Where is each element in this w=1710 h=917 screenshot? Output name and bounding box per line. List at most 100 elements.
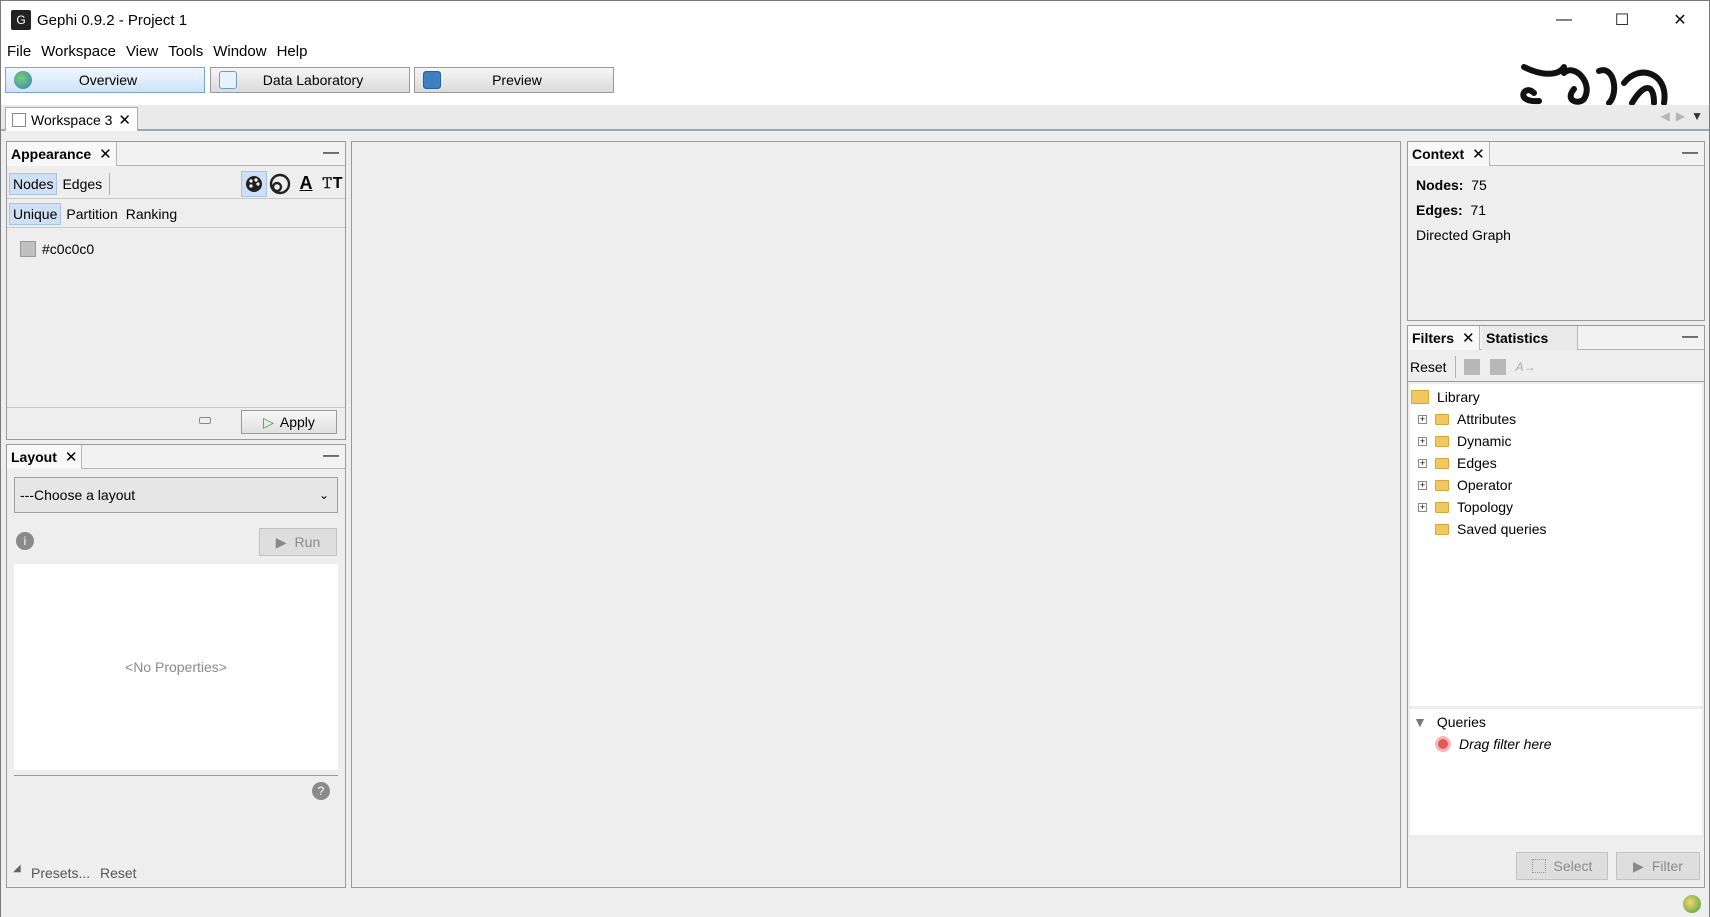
monitor-icon (423, 71, 441, 89)
tree-item-saved-queries[interactable]: Saved queries (1435, 518, 1547, 540)
queries-area[interactable]: ▼ Queries Drag filter here (1410, 709, 1702, 835)
appearance-panel: Appearance ✕ — Nodes Edges A 𝚃T Unique P… (6, 141, 346, 440)
globe-icon (14, 71, 32, 89)
close-workspace-tab-icon[interactable]: ✕ (118, 111, 131, 129)
play-icon: ▶ (275, 533, 287, 550)
scroll-right-icon[interactable]: ▶ (1676, 109, 1685, 123)
label-color-icon[interactable]: A (293, 171, 319, 197)
filter-button[interactable]: ▶ Filter (1616, 852, 1700, 880)
close-button[interactable]: ✕ (1651, 1, 1709, 39)
size-icon[interactable] (267, 171, 293, 197)
menu-help[interactable]: Help (277, 43, 308, 60)
context-tab[interactable]: Context ✕ (1408, 142, 1490, 166)
context-panel: Context ✕ — Nodes: 75 Edges: 71 Directed… (1407, 141, 1705, 321)
tree-item-edges[interactable]: + Edges (1418, 452, 1497, 474)
minimize-filters-icon[interactable]: — (1682, 328, 1698, 346)
expand-icon[interactable]: + (1418, 480, 1427, 490)
tree-item-dynamic[interactable]: + Dynamic (1418, 430, 1511, 452)
overview-mode-button[interactable]: Overview (5, 67, 205, 93)
presets-corner-icon: ◢ (13, 863, 21, 874)
update-icon[interactable] (1683, 895, 1701, 913)
menu-view[interactable]: View (126, 43, 158, 60)
edges-count-label: Edges: (1416, 202, 1463, 218)
menu-window[interactable]: Window (213, 43, 266, 60)
link-icon[interactable] (199, 417, 211, 424)
filters-tab[interactable]: Filters ✕ (1408, 326, 1480, 350)
minimize-context-icon[interactable]: — (1682, 144, 1698, 162)
close-layout-icon[interactable]: ✕ (65, 448, 78, 466)
close-context-icon[interactable]: ✕ (1472, 145, 1485, 163)
run-button[interactable]: ▶ Run (259, 528, 337, 556)
layout-reset-button[interactable]: Reset (100, 865, 137, 881)
table-icon (219, 71, 237, 89)
close-filters-icon[interactable]: ✕ (1462, 329, 1475, 347)
menu-bar: File Workspace View Tools Window Help (1, 39, 1709, 63)
library-root[interactable]: Library (1411, 386, 1480, 408)
close-appearance-icon[interactable]: ✕ (99, 145, 112, 163)
graph-canvas[interactable] (351, 141, 1401, 888)
data-laboratory-mode-button[interactable]: Data Laboratory (210, 67, 410, 93)
layout-tab[interactable]: Layout ✕ (7, 445, 83, 469)
window-title: Gephi 0.9.2 - Project 1 (37, 11, 188, 29)
mode-toolbar: Overview Data Laboratory Preview (1, 63, 1709, 105)
folder-icon (1435, 435, 1449, 447)
presets-button[interactable]: Presets... (31, 865, 90, 881)
maximize-button[interactable]: ☐ (1593, 1, 1651, 39)
minimize-appearance-icon[interactable]: — (323, 144, 339, 162)
select-button[interactable]: Select (1516, 852, 1608, 880)
ranking-tab[interactable]: Ranking (123, 204, 180, 224)
gephi-window: G Gephi 0.9.2 - Project 1 — ☐ ✕ File Wor… (0, 0, 1710, 917)
edges-toggle[interactable]: Edges (59, 174, 105, 194)
export-icon[interactable] (1463, 358, 1480, 375)
color-value: #c0c0c0 (42, 241, 95, 257)
scroll-left-icon[interactable]: ◀ (1661, 109, 1670, 123)
document-icon (12, 112, 26, 127)
help-icon[interactable]: ? (312, 782, 330, 800)
expand-icon[interactable]: + (1418, 436, 1427, 446)
label-size-icon[interactable]: 𝚃T (319, 171, 345, 197)
edges-count-value: 71 (1470, 202, 1487, 218)
tab-list-dropdown-icon[interactable]: ▼ (1691, 109, 1703, 123)
tree-item-topology[interactable]: + Topology (1418, 496, 1513, 518)
partition-tab[interactable]: Partition (63, 204, 120, 224)
expand-icon[interactable]: + (1418, 458, 1427, 468)
funnel-icon: ▼ (1413, 714, 1427, 730)
preview-mode-button[interactable]: Preview (414, 67, 614, 93)
color-palette-icon[interactable] (241, 170, 267, 197)
graph-type: Directed Graph (1416, 227, 1511, 243)
menu-file[interactable]: File (7, 43, 31, 60)
minimize-button[interactable]: — (1535, 1, 1593, 39)
workspace-tab[interactable]: Workspace 3 ✕ (5, 107, 138, 131)
expand-icon[interactable]: + (1418, 502, 1427, 512)
unique-tab[interactable]: Unique (9, 202, 62, 225)
auto-refresh-icon[interactable]: A→ (1516, 360, 1536, 374)
target-icon (1435, 736, 1451, 752)
minimize-layout-icon[interactable]: — (323, 447, 339, 465)
statistics-tab[interactable]: Statistics (1482, 326, 1578, 350)
nodes-count-value: 75 (1471, 177, 1487, 193)
nodes-count-label: Nodes: (1416, 177, 1464, 193)
menu-workspace[interactable]: Workspace (41, 43, 116, 60)
tree-item-attributes[interactable]: + Attributes (1418, 408, 1516, 430)
info-icon[interactable]: i (16, 532, 34, 550)
tree-item-operator[interactable]: + Operator (1418, 474, 1512, 496)
save-icon[interactable] (1489, 358, 1506, 375)
play-icon: ▶ (1633, 857, 1644, 874)
filters-reset-button[interactable]: Reset (1410, 359, 1447, 375)
layout-dropdown[interactable]: ---Choose a layout ⌄ (14, 477, 338, 513)
gephi-logo (1504, 63, 1679, 105)
nodes-toggle[interactable]: Nodes (9, 172, 58, 195)
folder-icon (1435, 523, 1449, 535)
status-bar (1, 893, 1709, 917)
divider (1454, 355, 1456, 378)
folder-icon (1411, 390, 1429, 404)
menu-tools[interactable]: Tools (168, 43, 203, 60)
apply-button[interactable]: ▷ Apply (241, 410, 337, 434)
appearance-tab[interactable]: Appearance ✕ (7, 142, 117, 166)
select-icon (1531, 859, 1546, 873)
color-swatch[interactable] (20, 241, 36, 257)
expand-icon[interactable]: + (1418, 414, 1427, 424)
drag-filter-hint: Drag filter here (1435, 733, 1552, 755)
properties-area: <No Properties> (14, 564, 338, 770)
folder-icon (1435, 501, 1449, 513)
